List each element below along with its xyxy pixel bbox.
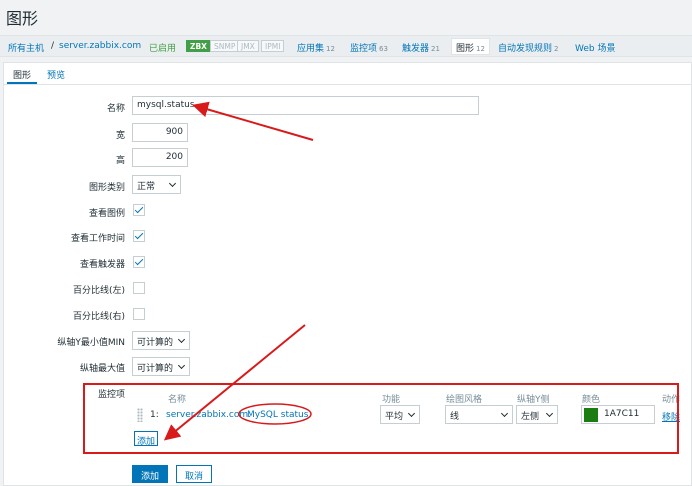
y-max-label: 纵轴最大值 bbox=[79, 364, 125, 374]
width-label: 宽 bbox=[115, 131, 125, 141]
show-working-time-checkbox[interactable] bbox=[133, 230, 145, 242]
cancel-button[interactable]: 取消 bbox=[176, 465, 213, 483]
page-title: 图形 bbox=[6, 9, 39, 28]
percentile-right-label: 百分比线(右) bbox=[72, 312, 125, 322]
name-label: 名称 bbox=[106, 104, 125, 114]
y-max-select[interactable]: 可计算的 bbox=[132, 357, 190, 376]
host-link[interactable]: server.zabbix.com bbox=[59, 41, 141, 51]
add-button[interactable]: 添加 bbox=[132, 465, 169, 483]
percentile-left-label: 百分比线(左) bbox=[72, 286, 125, 296]
annotation-highlight-box bbox=[83, 383, 679, 454]
discovery-rules-link[interactable]: 自动发现规则 2 bbox=[498, 41, 558, 54]
width-input[interactable]: 900 bbox=[132, 123, 188, 142]
graphs-link[interactable]: 图形 12 bbox=[451, 38, 490, 55]
items-link[interactable]: 监控项 63 bbox=[350, 41, 388, 54]
snmp-availability-badge: SNMP bbox=[210, 40, 240, 52]
percentile-left-checkbox[interactable] bbox=[133, 282, 145, 294]
show-legend-label: 查看图例 bbox=[88, 209, 125, 219]
show-legend-checkbox[interactable] bbox=[133, 204, 145, 216]
show-triggers-label: 查看触发器 bbox=[79, 260, 125, 270]
y-min-label: 纵轴Y最小值MIN bbox=[57, 338, 125, 348]
chevron-down-icon bbox=[168, 179, 177, 188]
show-triggers-checkbox[interactable] bbox=[133, 256, 145, 268]
percentile-right-checkbox[interactable] bbox=[133, 308, 145, 320]
y-min-select[interactable]: 可计算的 bbox=[132, 331, 190, 350]
applications-link[interactable]: 应用集 12 bbox=[297, 41, 335, 54]
all-hosts-link[interactable]: 所有主机 bbox=[8, 41, 44, 54]
host-navigation: 所有主机 / server.zabbix.com 已启用 ZBX SNMP JM… bbox=[0, 35, 692, 57]
graph-type-label: 图形类别 bbox=[88, 183, 125, 193]
height-label: 高 bbox=[115, 156, 125, 166]
ipmi-availability-badge: IPMI bbox=[261, 40, 285, 52]
name-input[interactable]: mysql.status bbox=[132, 96, 479, 115]
chevron-down-icon bbox=[177, 335, 186, 344]
breadcrumb-separator: / bbox=[51, 41, 55, 51]
zbx-availability-badge: ZBX bbox=[186, 40, 211, 52]
host-status[interactable]: 已启用 bbox=[149, 41, 176, 54]
web-scenarios-link[interactable]: Web 场景 bbox=[575, 41, 615, 54]
chevron-down-icon bbox=[177, 361, 186, 370]
height-input[interactable]: 200 bbox=[132, 148, 188, 167]
triggers-link[interactable]: 触发器 21 bbox=[402, 41, 440, 54]
jmx-availability-badge: JMX bbox=[237, 40, 259, 52]
show-working-time-label: 查看工作时间 bbox=[70, 234, 125, 244]
graph-type-select[interactable]: 正常 bbox=[132, 175, 181, 194]
